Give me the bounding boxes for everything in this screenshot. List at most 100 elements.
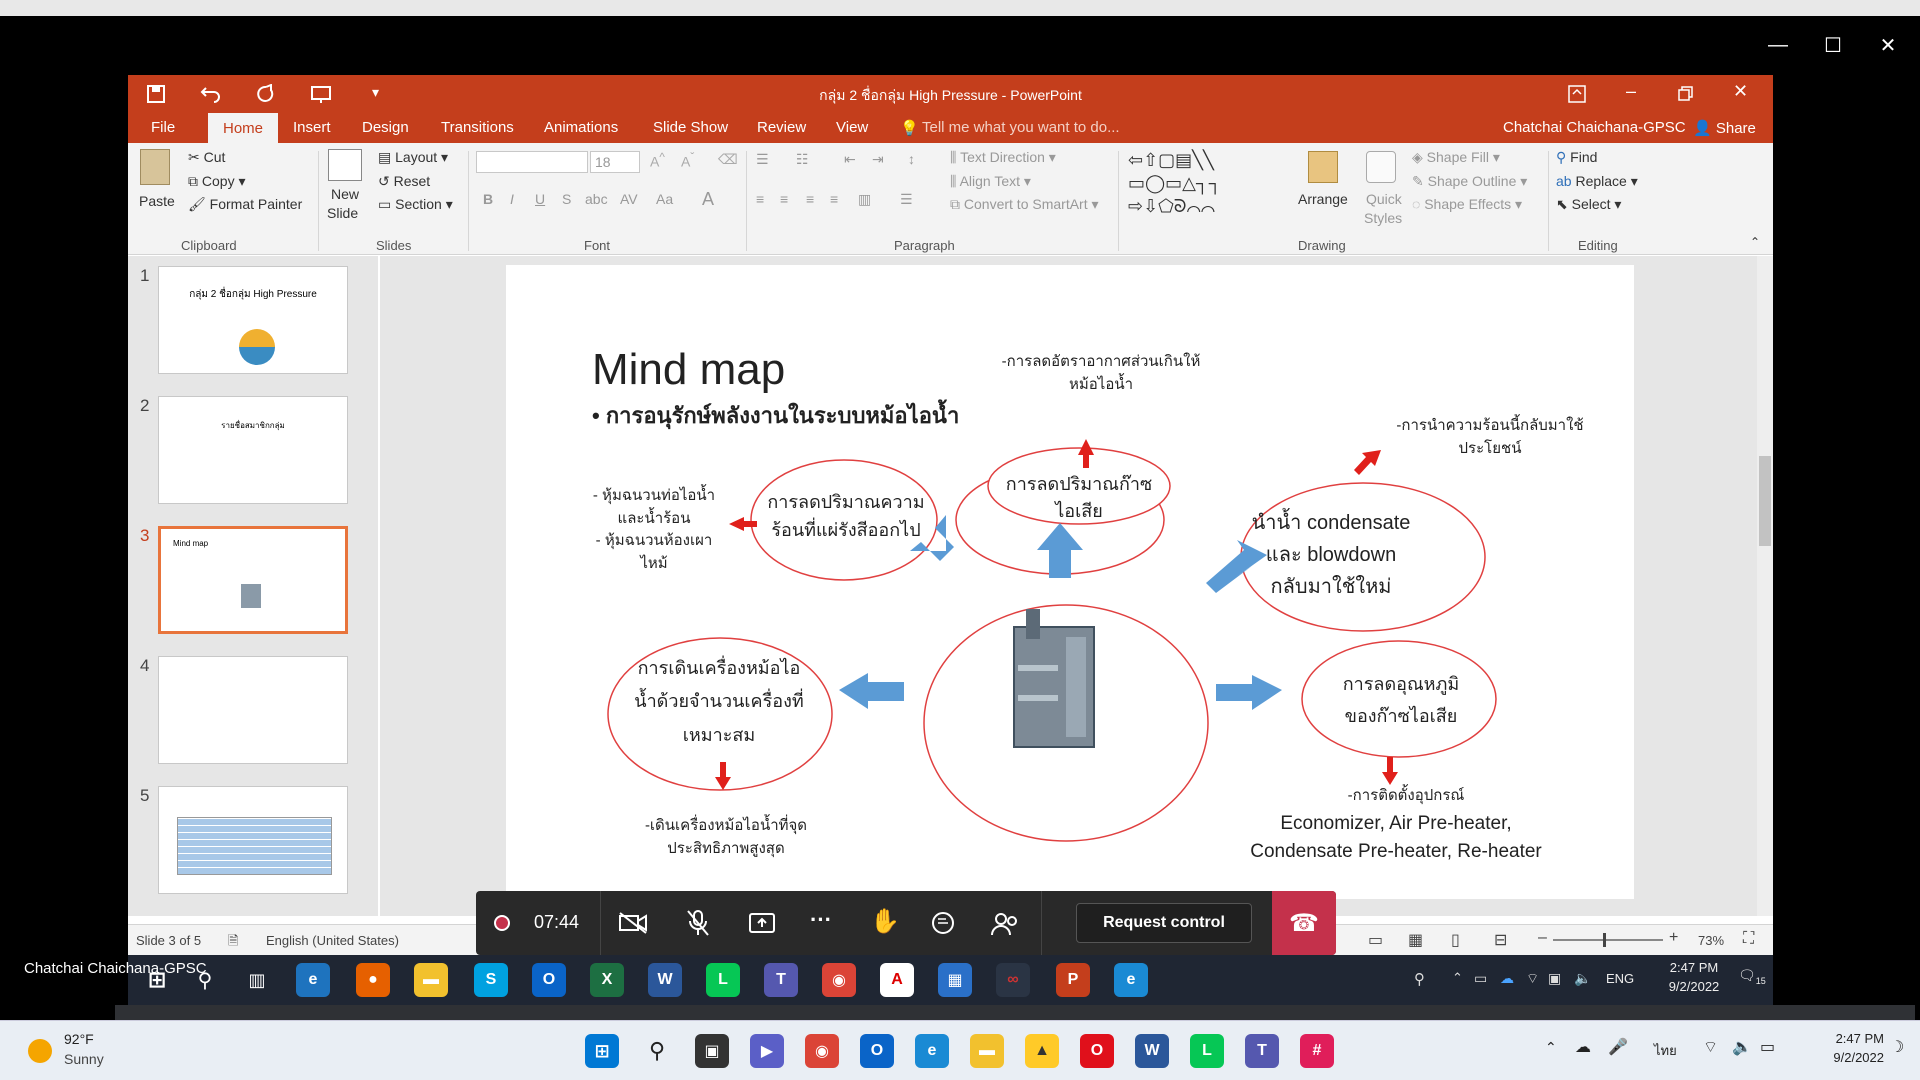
zoom-level[interactable]: 73% xyxy=(1698,933,1724,948)
photos-icon[interactable]: ▲ xyxy=(1025,1034,1059,1068)
onedrive-icon[interactable]: ☁ xyxy=(1500,970,1514,987)
tray-chevron-icon[interactable]: ⌃ xyxy=(1545,1039,1557,1056)
onedrive-icon[interactable]: ☁ xyxy=(1575,1037,1591,1057)
task-view-icon[interactable]: ▥ xyxy=(240,963,274,997)
task-view-icon[interactable]: ▣ xyxy=(695,1034,729,1068)
thumbnail-slide-1[interactable]: กลุ่ม 2 ชื่อกลุ่ม High Pressure xyxy=(158,266,348,374)
thumbnail-slide-3[interactable]: Mind map xyxy=(158,526,348,634)
shadow-icon[interactable]: S xyxy=(562,191,571,207)
clear-formatting-icon[interactable]: ⌫ xyxy=(718,151,738,168)
layout-button[interactable]: ▤ Layout ▾ xyxy=(378,149,448,166)
new-slide-button-line2[interactable]: Slide xyxy=(327,205,358,221)
participants-icon[interactable] xyxy=(990,911,1020,937)
app-icon[interactable]: ∞ xyxy=(996,963,1030,997)
paste-icon[interactable] xyxy=(140,149,170,185)
arrange-button[interactable]: Arrange xyxy=(1298,191,1348,207)
align-text-button[interactable]: ⫼ Align Text ▾ xyxy=(950,173,1031,190)
mic-off-icon[interactable] xyxy=(686,909,710,937)
slack-icon[interactable]: # xyxy=(1300,1034,1334,1068)
teams-icon[interactable]: T xyxy=(1245,1034,1279,1068)
zoom-slider[interactable] xyxy=(1553,933,1663,947)
clock[interactable]: 2:47 PM 9/2/2022 xyxy=(1664,960,1724,994)
shape-fill-button[interactable]: ◈ Shape Fill ▾ xyxy=(1412,149,1500,166)
thumbnail-slide-4[interactable] xyxy=(158,656,348,764)
file-explorer-icon[interactable]: ▬ xyxy=(970,1034,1004,1068)
tray-chevron-icon[interactable]: ⌃ xyxy=(1452,970,1463,986)
tab-insert[interactable]: Insert xyxy=(293,119,331,136)
notification-icon[interactable]: 🗨15 xyxy=(1738,967,1766,986)
bullets-icon[interactable]: ☰ xyxy=(756,151,769,168)
search-icon[interactable]: ⚲ xyxy=(640,1034,674,1068)
people-icon[interactable]: ⚲ xyxy=(1414,970,1425,988)
hang-up-button[interactable]: ☎ xyxy=(1272,891,1336,955)
collapse-ribbon-icon[interactable]: ⌃ xyxy=(1750,235,1760,249)
calculator-icon[interactable]: ▦ xyxy=(938,963,972,997)
strikethrough-icon[interactable]: abc xyxy=(585,191,608,207)
columns-icon[interactable]: ▥ xyxy=(858,191,871,208)
quick-styles-button[interactable]: Quick xyxy=(1366,191,1402,207)
clock[interactable]: 2:47 PM 9/2/2022 xyxy=(1812,1031,1884,1065)
replace-button[interactable]: ab Replace ▾ xyxy=(1556,173,1638,190)
find-button[interactable]: ⚲ Find xyxy=(1556,149,1597,166)
tab-home[interactable]: Home xyxy=(208,113,278,143)
opera-icon[interactable]: O xyxy=(1080,1034,1114,1068)
file-explorer-icon[interactable]: ▬ xyxy=(414,963,448,997)
share-screen-icon[interactable] xyxy=(748,911,776,935)
request-control-button[interactable]: Request control xyxy=(1076,903,1252,943)
language-indicator[interactable]: ไทย xyxy=(1654,1040,1677,1061)
ppt-close-icon[interactable]: ✕ xyxy=(1733,81,1748,102)
share-button[interactable]: 👤 Share xyxy=(1693,119,1756,137)
tab-animations[interactable]: Animations xyxy=(544,119,618,136)
font-color-icon[interactable]: A xyxy=(702,189,714,210)
bold-icon[interactable]: B xyxy=(483,191,493,207)
user-name[interactable]: Chatchai Chaichana-GPSC xyxy=(1503,119,1686,136)
windows-start-icon[interactable]: ⊞ xyxy=(585,1034,619,1068)
quick-styles-icon[interactable] xyxy=(1366,151,1396,183)
tab-slide-show[interactable]: Slide Show xyxy=(653,119,728,136)
microphone-icon[interactable]: 🎤 xyxy=(1608,1037,1628,1057)
acrobat-icon[interactable]: A xyxy=(880,963,914,997)
close-button[interactable]: ✕ xyxy=(1868,25,1908,65)
decrease-indent-icon[interactable]: ⇤ xyxy=(844,151,856,168)
justify-icon[interactable]: ≡ xyxy=(830,191,838,207)
grow-font-icon[interactable]: A^ xyxy=(650,151,665,170)
shrink-font-icon[interactable]: Aˇ xyxy=(681,151,694,170)
shape-effects-button[interactable]: ◌ Shape Effects ▾ xyxy=(1412,196,1522,213)
text-direction-button[interactable]: ⫼ Text Direction ▾ xyxy=(950,149,1056,166)
volume-icon[interactable]: 🔈 xyxy=(1732,1037,1752,1057)
word-icon[interactable]: W xyxy=(648,963,682,997)
new-slide-button[interactable]: New xyxy=(331,186,359,202)
slideshow-icon[interactable]: ⊟ xyxy=(1494,930,1507,950)
align-right-icon[interactable]: ≡ xyxy=(806,191,814,207)
edge-icon[interactable]: e xyxy=(1114,963,1148,997)
outlook-icon[interactable]: O xyxy=(532,963,566,997)
character-spacing-icon[interactable]: AV xyxy=(620,191,638,207)
battery-icon[interactable]: ▭ xyxy=(1760,1037,1775,1057)
weather-temp[interactable]: 92°F xyxy=(64,1031,94,1047)
word-icon[interactable]: W xyxy=(1135,1034,1169,1068)
skype-icon[interactable]: S xyxy=(474,963,508,997)
language-indicator[interactable]: ENG xyxy=(1606,971,1634,986)
language-indicator[interactable]: English (United States) xyxy=(266,933,399,948)
reading-view-icon[interactable]: ▯ xyxy=(1451,930,1460,950)
cut-button[interactable]: ✂ Cut xyxy=(188,149,225,166)
underline-icon[interactable]: U xyxy=(535,191,545,207)
convert-smartart-button[interactable]: ⧉ Convert to SmartArt ▾ xyxy=(950,196,1099,213)
edge-icon[interactable]: e xyxy=(915,1034,949,1068)
thumbnail-slide-2[interactable]: รายชื่อสมาชิกกลุ่ม xyxy=(158,396,348,504)
font-size-input[interactable]: 18 xyxy=(590,151,640,173)
zoom-in-icon[interactable]: + xyxy=(1669,929,1678,947)
line-icon[interactable]: L xyxy=(1190,1034,1224,1068)
align-center-icon[interactable]: ≡ xyxy=(780,191,788,207)
thumbnail-slide-5[interactable] xyxy=(158,786,348,894)
ribbon-display-options-icon[interactable] xyxy=(1568,85,1586,103)
ppt-minimize-icon[interactable]: – xyxy=(1626,81,1636,102)
slide-sorter-icon[interactable]: ▦ xyxy=(1408,930,1423,950)
wifi-icon[interactable]: ⌔ xyxy=(1703,1037,1718,1057)
change-case-icon[interactable]: Aa xyxy=(656,191,673,207)
chrome-icon[interactable]: ◉ xyxy=(805,1034,839,1068)
font-name-input[interactable] xyxy=(476,151,588,173)
more-options-icon[interactable]: ··· xyxy=(810,907,832,933)
raise-hand-icon[interactable]: ✋ xyxy=(870,907,900,936)
display-icon[interactable]: ▣ xyxy=(1548,970,1561,987)
